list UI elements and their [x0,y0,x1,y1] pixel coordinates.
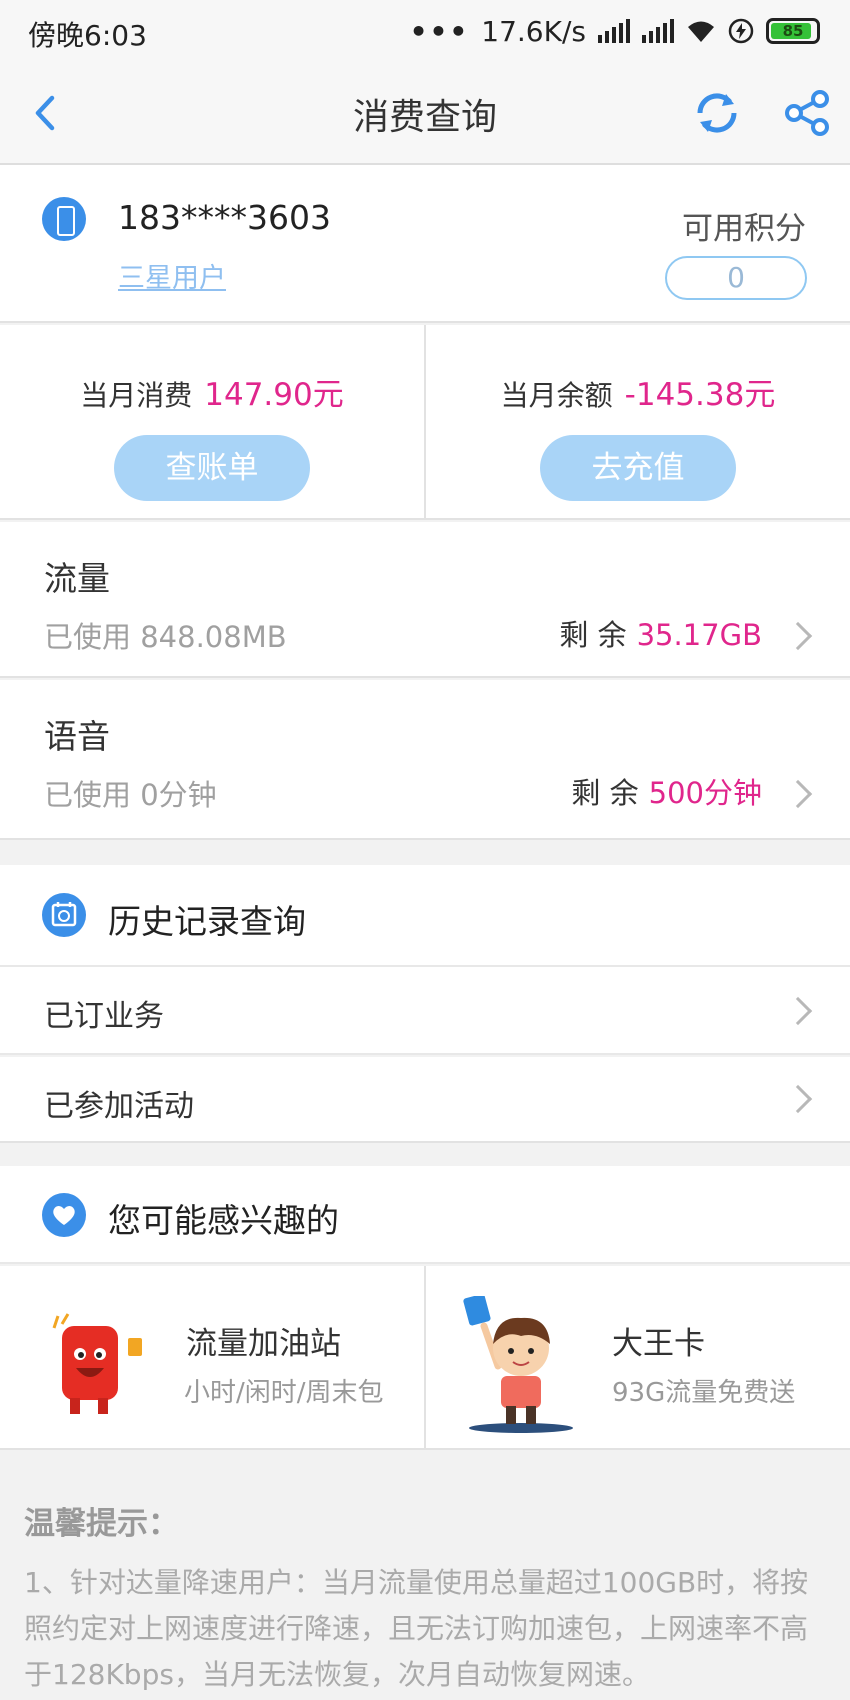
history-title: 历史记录查询 [108,902,306,941]
more-dots-icon: ••• [409,14,470,48]
tips-heading: 温馨提示： [24,1506,179,1542]
remain-value: 500分钟 [648,776,762,810]
history-header: 历史记录查询 [0,865,850,967]
heart-icon [42,1193,86,1237]
user-level-link[interactable]: 三星用户 [118,256,226,295]
chevron-right-icon [783,996,813,1026]
red-mascot-icon [52,1313,142,1414]
tips-section: 温馨提示： 1、针对达量降速用户：当月流量使用总量超过100GB时，将按照约定对… [0,1448,850,1700]
boy-mascot-icon [463,1296,573,1433]
points-label: 可用积分 [682,211,806,247]
promo-subtitle: 小时/闲时/周末包 [184,1378,384,1408]
usage-row-voice[interactable]: 语音 已使用 0分钟 剩 余 500分钟 [0,680,850,840]
balance-row: 当月余额 -145.38元 [426,369,850,414]
battery-level: 85 [782,22,804,40]
share-icon[interactable] [780,86,834,140]
calendar-clock-icon [42,893,86,937]
usage-used: 已使用 848.08MB [44,620,287,654]
joined-activities-row[interactable]: 已参加活动 [0,1057,850,1143]
tips-body: 1、针对达量降速用户：当月流量使用总量超过100GB时，将按照约定对上网速度进行… [24,1566,809,1691]
balance-value: -145.38元 [624,377,776,413]
month-spend-row: 当月消费 147.90元 [0,369,424,414]
status-bar: 傍晚6:03 ••• 17.6K/s 85 [0,0,850,62]
usage-remain: 剩 余 500分钟 [571,770,762,812]
interest-header: 您可能感兴趣的 [0,1166,850,1264]
charging-icon [728,18,754,44]
recharge-button[interactable]: 去充值 [540,435,736,501]
promo-subtitle: 93G流量免费送 [612,1378,796,1408]
chevron-right-icon [783,779,813,809]
status-right: ••• 17.6K/s 85 [410,14,820,48]
remain-label: 剩 余 [571,776,639,810]
remain-value: 35.17GB [636,618,762,652]
points-value[interactable]: 0 [665,256,807,300]
wifi-icon [688,21,714,42]
net-speed: 17.6K/s [481,14,586,48]
refresh-icon[interactable] [690,86,744,140]
chevron-right-icon [783,621,813,651]
view-bill-button[interactable]: 查账单 [114,435,310,501]
signal-icon [598,19,630,43]
balance-label: 当月余额 [500,379,613,412]
remain-label: 剩 余 [559,618,627,652]
usage-name: 语音 [44,717,110,756]
chevron-right-icon [783,1084,813,1114]
usage-used: 已使用 0分钟 [44,778,217,812]
row-label: 已订业务 [44,999,164,1034]
phone-number: 183****3603 [118,198,331,237]
promo-card-king-card[interactable]: 大王卡 93G流量免费送 [426,1266,850,1448]
usage-remain: 剩 余 35.17GB [559,612,762,654]
usage-name: 流量 [44,559,110,598]
month-spend-panel: 当月消费 147.90元 查账单 [0,325,424,520]
promo-title: 大王卡 [612,1326,705,1362]
subscribed-services-row[interactable]: 已订业务 [0,967,850,1055]
nav-bar: 消费查询 [0,62,850,165]
promo-title: 流量加油站 [186,1326,341,1362]
usage-row-data[interactable]: 流量 已使用 848.08MB 剩 余 35.17GB [0,522,850,678]
interest-title: 您可能感兴趣的 [108,1201,339,1240]
signal-icon-2 [642,19,674,43]
phone-icon [42,197,86,241]
month-spend-label: 当月消费 [80,379,193,412]
status-time: 傍晚6:03 [28,19,147,52]
balance-panel: 当月余额 -145.38元 去充值 [426,325,850,520]
row-label: 已参加活动 [44,1089,194,1124]
promo-card-data-station[interactable]: 流量加油站 小时/闲时/周末包 [0,1266,424,1448]
month-spend-value: 147.90元 [204,377,344,413]
battery-icon: 85 [766,18,820,44]
